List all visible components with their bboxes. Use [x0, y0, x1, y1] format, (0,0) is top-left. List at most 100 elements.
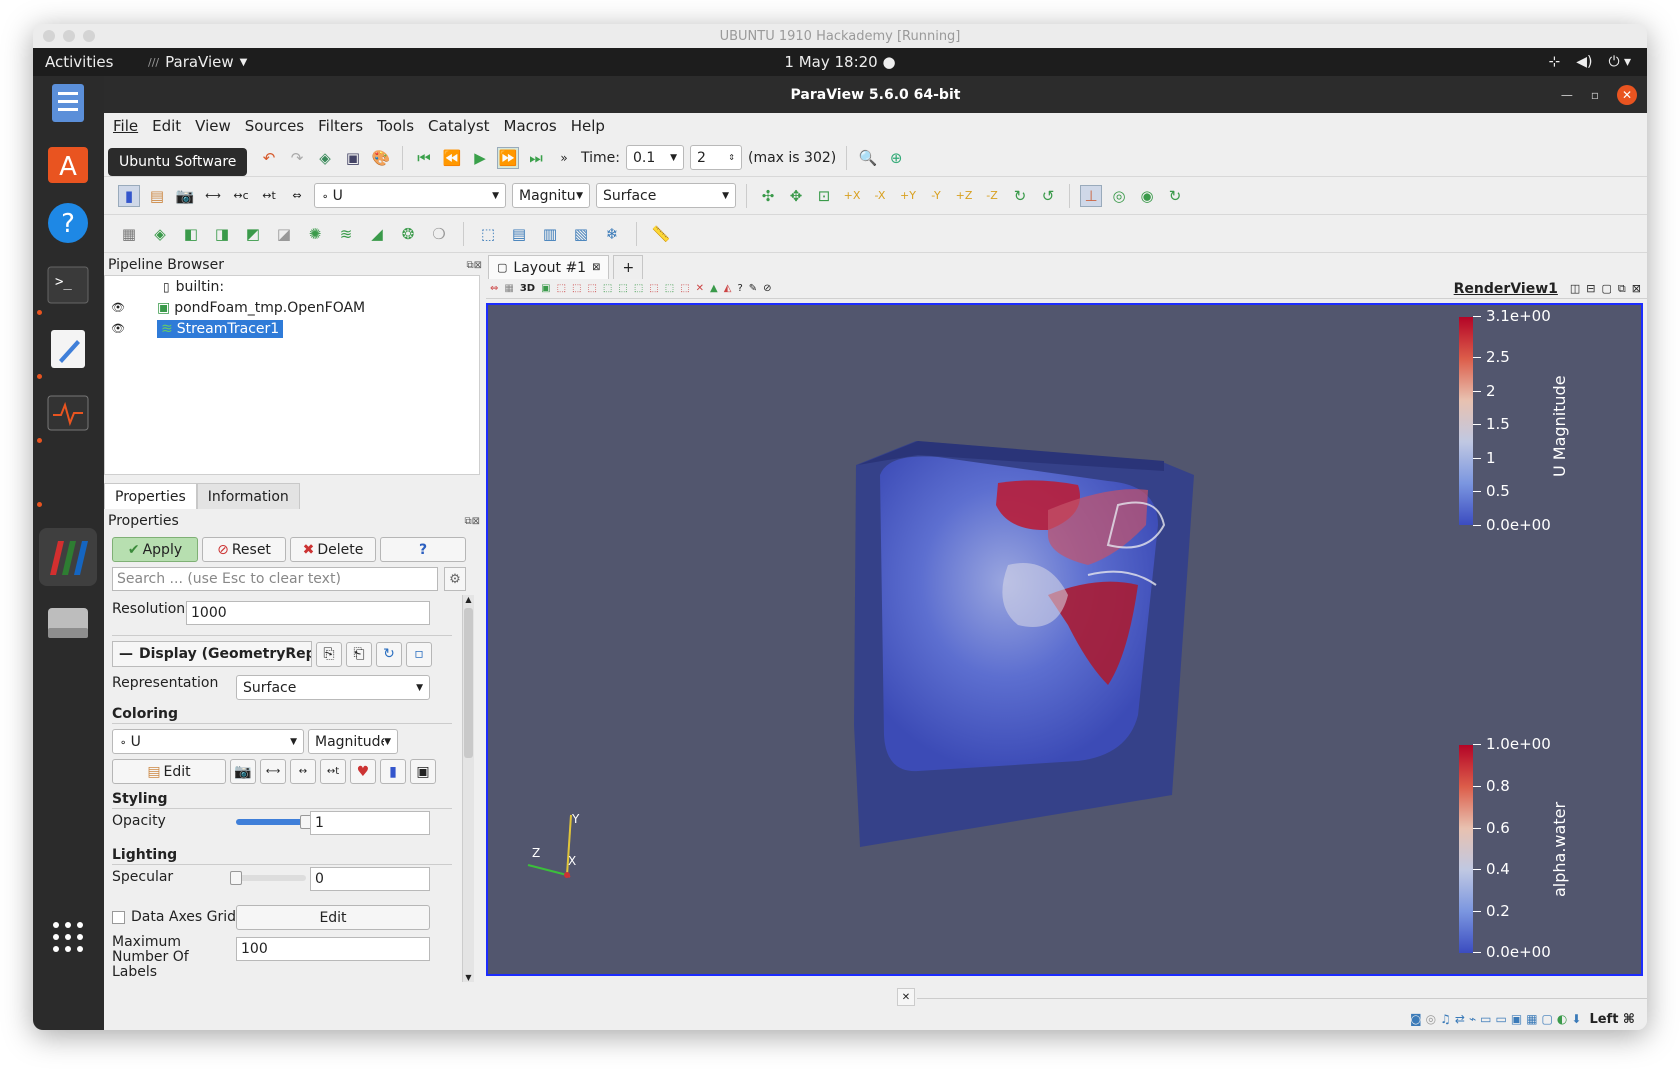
system-tray[interactable]: ⊹ ◀) ⏻ ▾: [1548, 54, 1647, 70]
pipeline-item-builtin[interactable]: ▯ builtin:: [105, 276, 479, 297]
view-minus-y-icon[interactable]: -Y: [925, 185, 947, 207]
extract-subset-icon[interactable]: ◪: [273, 223, 295, 245]
dock-paraview[interactable]: [39, 528, 97, 586]
keyboard-capture-icon[interactable]: ⬇: [1571, 1012, 1581, 1026]
rescale-range-icon[interactable]: ⟷: [202, 185, 224, 207]
specular-slider[interactable]: [230, 871, 306, 885]
threshold-icon[interactable]: ◩: [242, 223, 264, 245]
reset-button[interactable]: ⊘ Reset: [202, 537, 286, 562]
hover-points-icon[interactable]: ⬚: [665, 283, 674, 294]
select-polygon-icon[interactable]: ⬚: [634, 283, 643, 294]
view-minus-x-icon[interactable]: -X: [869, 185, 891, 207]
close-icon[interactable]: ✕: [1617, 85, 1637, 105]
split-icon[interactable]: ⇔: [490, 283, 498, 294]
scroll-up-icon[interactable]: ▲: [463, 595, 474, 604]
rescale-visible-icon[interactable]: ⇔: [286, 185, 308, 207]
view-name[interactable]: RenderView1: [1454, 281, 1558, 297]
maximize-view-icon[interactable]: ▢: [1602, 282, 1612, 295]
minimize-icon[interactable]: —: [1561, 88, 1573, 102]
optical-icon[interactable]: ◎: [1426, 1012, 1436, 1026]
tab-information[interactable]: Information: [196, 483, 300, 509]
axes-grid-icon[interactable]: ⊥: [1080, 184, 1102, 207]
hdd-icon[interactable]: ◙: [1410, 1012, 1422, 1026]
interactive-select-icon[interactable]: ⬚: [649, 283, 658, 294]
paste-icon[interactable]: ⎗: [346, 641, 372, 667]
coloring-array-dropdown[interactable]: ⚬ U ▼: [112, 729, 304, 754]
view-plus-y-icon[interactable]: +Y: [897, 185, 919, 207]
loop-icon[interactable]: »: [553, 147, 575, 169]
select-frustum-cells-icon[interactable]: ⬚: [587, 283, 596, 294]
contour-icon[interactable]: ◈: [149, 223, 171, 245]
redo-icon[interactable]: ↷: [286, 147, 308, 169]
edit-colormap-icon[interactable]: ▤: [146, 185, 168, 207]
scrollbar-thumb[interactable]: [464, 608, 473, 758]
representation-dropdown[interactable]: Surface ▼: [236, 675, 430, 700]
representation-combo[interactable]: Surface ▼: [596, 183, 736, 208]
opacity-input[interactable]: 1: [310, 811, 430, 835]
specular-slider-handle[interactable]: [230, 871, 242, 885]
menu-sources[interactable]: Sources: [245, 117, 304, 135]
reset-selection-icon[interactable]: ⊘: [763, 283, 771, 294]
search-input[interactable]: Search ... (use Esc to clear text): [112, 567, 438, 591]
recording-icon[interactable]: ▣: [1511, 1012, 1522, 1026]
opacity-slider[interactable]: [236, 815, 312, 829]
undo-icon[interactable]: ↶: [258, 147, 280, 169]
camera-icon[interactable]: 📷: [230, 759, 256, 784]
dock-help[interactable]: ?: [45, 200, 91, 246]
show-applications-button[interactable]: [45, 914, 91, 960]
traffic-lights[interactable]: [43, 30, 95, 42]
center-axes-icon[interactable]: ◎: [1108, 185, 1130, 207]
stream-tracer-icon[interactable]: ≋: [335, 223, 357, 245]
edit-colormap-button[interactable]: ▤ Edit: [112, 759, 226, 784]
apply-button[interactable]: ✔ Apply: [112, 537, 198, 562]
dock-controls-icon[interactable]: ⧉⊠: [464, 516, 480, 527]
timestep-spinbox[interactable]: 2 ⇕: [689, 145, 742, 170]
tab-layout-1[interactable]: ▢ Layout #1 ⊠: [488, 255, 610, 279]
array-combo[interactable]: ⚬ U ▼: [314, 183, 506, 208]
rescale-temporal-icon[interactable]: ↔t: [320, 759, 346, 784]
delete-button[interactable]: ✖ Delete: [290, 537, 376, 562]
mouse-integration-icon[interactable]: ◐: [1557, 1012, 1567, 1026]
zoom-to-box-icon[interactable]: ⊡: [813, 185, 835, 207]
tab-properties[interactable]: Properties: [104, 483, 197, 509]
ruler-icon[interactable]: 📏: [650, 223, 672, 245]
cpu-icon[interactable]: ▦: [1526, 1012, 1537, 1026]
plot-over-line-icon[interactable]: ▤: [508, 223, 530, 245]
select-frustum-points-icon[interactable]: ⬚: [603, 283, 612, 294]
rotate-minus-90-icon[interactable]: ↺: [1037, 185, 1059, 207]
network-adapter-icon[interactable]: ⇄: [1455, 1012, 1465, 1026]
eye-icon[interactable]: 👁: [105, 322, 157, 335]
app-menu[interactable]: /// ParaView ▼: [148, 53, 247, 71]
dock-drive[interactable]: [45, 600, 91, 646]
reset-camera-icon[interactable]: ✣: [757, 185, 779, 207]
maximize-icon[interactable]: ▫: [1591, 88, 1599, 102]
plot-selection-icon[interactable]: ▥: [539, 223, 561, 245]
zoom-to-data-icon[interactable]: ✥: [785, 185, 807, 207]
menu-filters[interactable]: Filters: [318, 117, 363, 135]
dock-files[interactable]: [45, 80, 91, 126]
dock-software[interactable]: A: [45, 140, 91, 186]
vt-icon[interactable]: ▢: [1542, 1012, 1553, 1026]
display-section-header[interactable]: — Display (GeometryRepr: [112, 641, 312, 667]
eye-icon[interactable]: 👁: [105, 301, 157, 314]
menu-view[interactable]: View: [195, 117, 231, 135]
coloring-component-dropdown[interactable]: Magnitude ▼: [308, 729, 398, 754]
component-combo[interactable]: Magnitude▼: [512, 183, 590, 208]
find-data-icon[interactable]: 🔍: [857, 147, 879, 169]
properties-scrollbar[interactable]: ▲ ▼: [462, 595, 474, 982]
reset-center-icon[interactable]: ↻: [1164, 185, 1186, 207]
edit-legend-icon[interactable]: ▣: [410, 759, 436, 784]
select-surface-cells-icon[interactable]: ⬚: [557, 283, 566, 294]
close-icon[interactable]: ⊠: [592, 262, 600, 273]
calculator-icon[interactable]: ▦: [118, 223, 140, 245]
pipeline-item-streamtracer[interactable]: 👁 ≋ StreamTracer1: [105, 318, 479, 339]
view-plus-x-icon[interactable]: +X: [841, 185, 863, 207]
split-horizontal-icon[interactable]: ◫: [1570, 282, 1580, 295]
show-legend-icon[interactable]: ▮: [380, 759, 406, 784]
favorites-icon[interactable]: ♥: [350, 759, 376, 784]
view-3d-toggle[interactable]: 3D: [520, 283, 535, 294]
menu-macros[interactable]: Macros: [504, 117, 557, 135]
scroll-down-icon[interactable]: ▼: [463, 973, 474, 982]
first-frame-icon[interactable]: ⏮: [413, 147, 435, 169]
pick-center-icon[interactable]: ◉: [1136, 185, 1158, 207]
